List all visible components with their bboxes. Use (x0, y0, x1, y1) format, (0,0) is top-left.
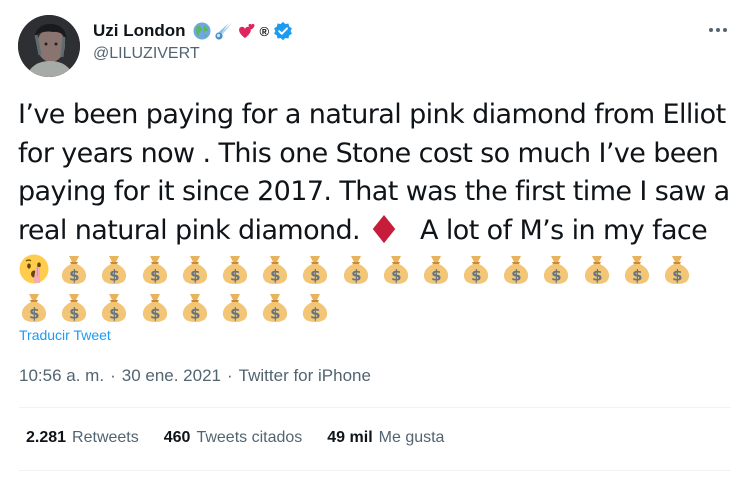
author-block: Uzi London ® @LILUZIVERT (93, 20, 293, 63)
money-bag-icon: $ (102, 294, 127, 323)
tweet-text-line: I’ve been paying for a natural pink diam… (18, 99, 726, 130)
money-bag-icon: $ (142, 256, 167, 285)
tweet-time[interactable]: 10:56 a. m. (19, 366, 104, 386)
tweet-date[interactable]: 30 ene. 2021 (122, 366, 221, 386)
name-row: Uzi London ® (93, 20, 293, 42)
more-icon[interactable] (704, 20, 732, 40)
tweet-text-line: paying for it since 2017. That was the f… (18, 176, 730, 207)
shushing-face-icon (19, 254, 49, 284)
emoji-row-2: $ $ $ $ $ $ $ $ (18, 288, 733, 326)
name-badges: ® (192, 21, 294, 41)
money-bag-icon: $ (303, 256, 328, 285)
tweet-stats: 2.281 Retweets 460 Tweets citados 49 mil… (26, 429, 444, 447)
tweet-text-line-4: real natural pink diamond. A lot of M’s … (18, 212, 733, 251)
money-bag-icon: $ (21, 294, 47, 323)
money-bag-icon: $ (182, 256, 207, 285)
registered-mark: ® (259, 23, 270, 39)
tweet-text: I’ve been paying for a natural pink diam… (18, 96, 733, 326)
handle[interactable]: @LILUZIVERT (93, 45, 293, 63)
divider (19, 470, 731, 471)
svg-text:$: $ (431, 267, 441, 285)
tweet-meta: 10:56 a. m. · 30 ene. 2021 · Twitter for… (19, 366, 371, 386)
svg-text:$: $ (150, 305, 160, 323)
svg-text:$: $ (632, 267, 642, 285)
money-bag-icon: $ (62, 294, 87, 323)
avatar-image (18, 15, 80, 77)
money-bag-icon: $ (222, 256, 248, 285)
money-bag-icon: $ (303, 294, 328, 323)
display-name[interactable]: Uzi London (93, 21, 186, 41)
meta-separator: · (110, 366, 116, 385)
svg-text:$: $ (109, 267, 119, 285)
money-bag-icon: $ (263, 294, 288, 323)
money-bag-icon: $ (182, 294, 207, 323)
svg-text:$: $ (351, 267, 361, 285)
svg-text:$: $ (310, 305, 320, 323)
money-bag-icon: $ (584, 256, 609, 285)
svg-text:$: $ (109, 305, 119, 323)
emoji-row-1: $ $ $ $ $ $ $ $ $ $ $ $ $ $ $ $ (18, 250, 733, 288)
money-bag-icon: $ (504, 256, 529, 285)
retweets-stat[interactable]: 2.281 Retweets (26, 429, 139, 447)
money-bag-icon: $ (664, 256, 690, 285)
svg-text:$: $ (230, 267, 240, 285)
svg-text:$: $ (29, 305, 39, 323)
likes-count: 49 mil (327, 429, 373, 446)
tweet-source[interactable]: Twitter for iPhone (239, 366, 371, 386)
money-bag-icon: $ (102, 256, 127, 285)
money-bag-icon: $ (222, 294, 248, 323)
svg-text:$: $ (270, 267, 280, 285)
quote-tweets-stat[interactable]: 460 Tweets citados (164, 429, 303, 447)
tweet-text-tail: A lot of M’s in my face (420, 214, 708, 246)
money-bag-icon: $ (142, 294, 167, 323)
tweet-text-line: real natural pink diamond. (18, 214, 361, 246)
svg-text:$: $ (270, 305, 280, 323)
tweet: Uzi London ® @LILUZIVERT I’ve been payin… (0, 0, 750, 477)
retweets-label: Retweets (72, 429, 139, 446)
divider (19, 407, 731, 408)
money-bag-icon: $ (463, 256, 489, 285)
diamond-suit-icon (372, 214, 396, 243)
quotes-count: 460 (163, 429, 191, 446)
globe-icon (193, 22, 211, 40)
svg-text:$: $ (592, 267, 602, 285)
money-bag-icon: $ (544, 256, 569, 285)
money-bag-icon: $ (343, 256, 368, 285)
verified-badge-icon (274, 21, 293, 41)
avatar[interactable] (18, 15, 80, 77)
tweet-text-line: for years now . This one Stone cost so m… (18, 137, 719, 169)
svg-text:$: $ (150, 267, 160, 285)
comet-icon (214, 23, 232, 40)
svg-text:$: $ (190, 267, 200, 285)
retweets-count: 2.281 (26, 429, 67, 446)
meta-separator: · (227, 366, 233, 385)
likes-label: Me gusta (378, 429, 445, 446)
svg-text:$: $ (672, 267, 682, 285)
svg-text:$: $ (471, 267, 481, 285)
svg-text:$: $ (511, 267, 521, 285)
svg-text:$: $ (69, 267, 79, 285)
money-bag-icon: $ (383, 256, 408, 285)
svg-text:$: $ (552, 267, 562, 285)
money-bag-icon: $ (263, 256, 288, 285)
two-hearts-icon (238, 23, 254, 38)
translate-link[interactable]: Traducir Tweet (19, 327, 111, 343)
money-bag-icon: $ (624, 256, 649, 285)
svg-text:$: $ (190, 305, 200, 323)
money-bag-icon: $ (62, 256, 87, 285)
likes-stat[interactable]: 49 mil Me gusta (327, 429, 444, 447)
svg-text:$: $ (230, 305, 240, 323)
svg-text:$: $ (69, 305, 79, 323)
svg-text:$: $ (391, 267, 401, 285)
svg-text:$: $ (310, 267, 320, 285)
quotes-label: Tweets citados (196, 429, 303, 446)
money-bag-icon: $ (423, 256, 448, 285)
